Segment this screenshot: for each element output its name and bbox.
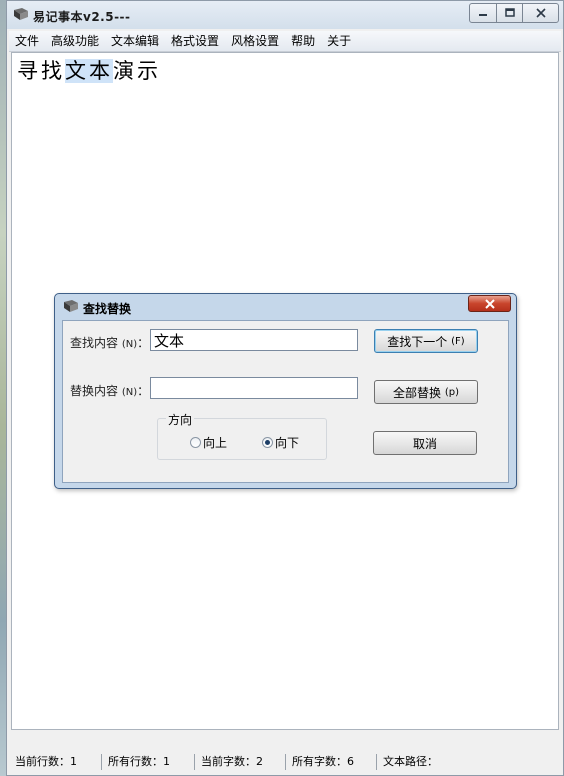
direction-down-radio[interactable]: 向下 [262,434,299,451]
document-content[interactable]: 寻找文本演示 [17,55,161,85]
find-next-hotkey: (F) [451,335,465,347]
direction-group: 方向 向上 向下 [157,411,327,460]
dialog-close-button[interactable] [468,295,511,312]
menu-advanced[interactable]: 高级功能 [45,31,105,51]
find-hotkey: (N) [121,339,138,350]
find-label: 查找内容 (N)： [70,336,150,350]
replace-all-label: 全部替换 [393,385,442,400]
replace-hotkey: (N) [121,387,138,398]
status-current-line: 当前行数：1 [9,754,102,770]
radio-checked-icon [262,437,273,448]
notebook-icon [63,299,79,313]
status-current-chars: 当前字数：2 [195,754,286,770]
window-title: 易记事本v2.5--- [33,10,131,24]
direction-up-label: 向上 [203,436,228,450]
menu-format[interactable]: 格式设置 [165,31,225,51]
maximize-icon [504,8,515,17]
notebook-icon [13,7,29,21]
direction-label: 方向 [166,411,195,428]
dialog-body: 查找内容 (N)： 查找下一个 (F) 替换内容 (N)： 全部替换 (p) 方… [62,320,509,483]
menu-about[interactable]: 关于 [321,31,357,51]
menu-text-edit[interactable]: 文本编辑 [105,31,165,51]
close-icon [535,8,546,18]
replace-label: 替换内容 (N)： [70,384,150,398]
replace-label-text: 替换内容 [70,384,119,398]
direction-up-radio[interactable]: 向上 [190,434,227,451]
replace-all-button[interactable]: 全部替换 (p) [374,380,478,404]
radio-unchecked-icon [190,437,201,448]
close-icon [484,298,495,309]
find-next-button[interactable]: 查找下一个 (F) [374,329,478,353]
find-label-text: 查找内容 [70,336,119,350]
maximize-button[interactable] [497,4,523,22]
selected-text: 文本 [65,59,113,83]
direction-down-label: 向下 [275,436,300,450]
dialog-title: 查找替换 [83,302,132,316]
find-next-label: 查找下一个 [387,334,448,349]
status-total-chars: 所有字数：6 [286,754,377,770]
find-replace-dialog: 查找替换 查找内容 (N)： 查找下一个 (F) 替换内容 (N)： 全部替换 … [54,293,517,489]
menu-bar: 文件 高级功能 文本编辑 格式设置 风格设置 帮助 关于 [9,31,561,52]
minimize-button[interactable] [470,4,497,22]
find-input[interactable] [150,329,358,351]
status-total-lines: 所有行数：1 [102,754,195,770]
status-path: 文本路径： [383,755,438,768]
replace-all-hotkey: (p) [444,386,459,398]
title-bar[interactable]: 易记事本v2.5--- [7,1,563,29]
document-text: 演示 [113,59,161,83]
caption-buttons [469,3,559,23]
close-button[interactable] [523,4,558,22]
document-text: 寻找 [17,59,65,83]
cancel-button[interactable]: 取消 [373,431,477,455]
minimize-icon [479,14,487,16]
menu-help[interactable]: 帮助 [285,31,321,51]
status-bar: 当前行数：1 所有行数：1 当前字数：2 所有字数：6 文本路径： [9,751,561,773]
menu-style[interactable]: 风格设置 [225,31,285,51]
replace-input[interactable] [150,377,358,399]
menu-file[interactable]: 文件 [9,31,45,51]
